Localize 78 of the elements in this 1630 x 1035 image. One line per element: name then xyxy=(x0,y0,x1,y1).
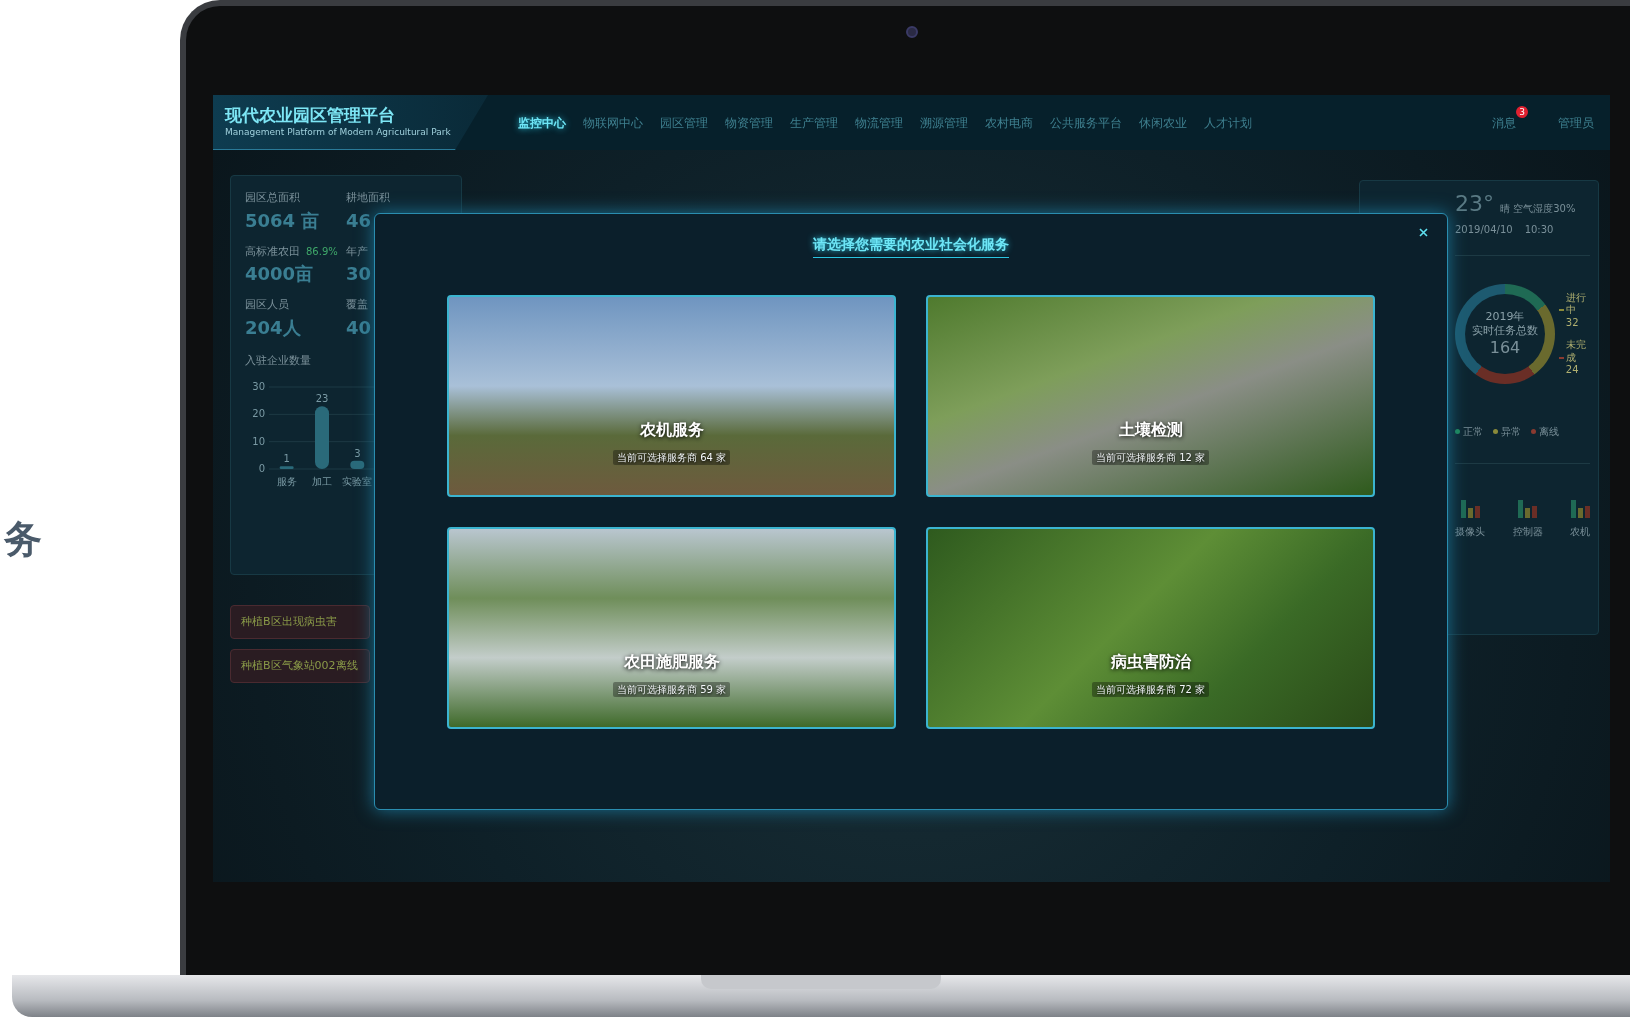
bar xyxy=(279,466,294,469)
date: 2019/04/10 xyxy=(1455,223,1513,237)
nav-tab[interactable]: 物资管理 xyxy=(725,113,773,132)
service-card[interactable]: 农机服务 当前可选择服务商 64 家 xyxy=(447,295,896,497)
service-card[interactable]: 病虫害防治 当前可选择服务商 72 家 xyxy=(926,527,1375,729)
axis-category-label: 实验室 xyxy=(342,476,373,487)
stat-label: 耕地面积 xyxy=(346,190,390,206)
stat-value: 40 xyxy=(346,315,373,340)
stat-label: 高标准农田 xyxy=(245,243,300,260)
bar xyxy=(315,406,329,469)
service-name: 病虫害防治 xyxy=(1110,651,1191,673)
service-card[interactable]: 农田施肥服务 当前可选择服务商 59 家 xyxy=(447,527,896,729)
provider-count: 当前可选择服务商 64 家 xyxy=(612,450,731,465)
stat-label: 园区人员 xyxy=(245,297,289,313)
legend-label: 离线 xyxy=(1539,425,1559,439)
nav-tab[interactable]: 溯源管理 xyxy=(920,113,968,132)
service-name: 农机服务 xyxy=(639,419,704,441)
stat-value: 4000亩 xyxy=(245,262,315,286)
nav-tab[interactable]: 园区管理 xyxy=(660,113,708,132)
side-caption: 务 xyxy=(3,520,43,558)
stat-value: 30 xyxy=(346,262,373,286)
donut-caption: 实时任务总数 xyxy=(1472,324,1538,338)
time: 10:30 xyxy=(1524,223,1554,237)
notification-badge: 3 xyxy=(1516,105,1528,118)
provider-count: 当前可选择服务商 72 家 xyxy=(1091,682,1210,697)
camera-icon xyxy=(905,26,918,38)
nav-tab[interactable]: 物联网中心 xyxy=(583,113,643,132)
axis-tick-label: 10 xyxy=(252,435,265,447)
device-label: 农机 xyxy=(1570,525,1590,539)
provider-count: 当前可选择服务商 59 家 xyxy=(612,682,731,697)
nav-tab[interactable]: 监控中心 xyxy=(518,113,566,132)
provider-count: 当前可选择服务商 12 家 xyxy=(1091,450,1210,465)
donut-year: 2019年 xyxy=(1485,310,1525,324)
nav-tab[interactable]: 休闲农业 xyxy=(1139,113,1187,132)
temperature: 23° xyxy=(1455,193,1494,215)
axis-category-label: 加工 xyxy=(312,476,332,487)
service-name: 农田施肥服务 xyxy=(623,651,720,673)
weather-info: 晴 空气湿度30% xyxy=(1500,202,1576,216)
device-label: 摄像头 xyxy=(1455,525,1485,539)
legend-label: 正常 xyxy=(1463,425,1483,439)
legend-label: 异常 xyxy=(1501,425,1521,439)
alert-item[interactable]: 种植B区气象站002离线 xyxy=(230,649,370,683)
donut-label: 未完成 xyxy=(1565,339,1587,364)
app-subtitle: Management Platform of Modern Agricultural Park xyxy=(225,125,452,139)
device-label: 控制器 xyxy=(1512,525,1543,539)
stat-label: 覆盖 xyxy=(346,297,368,313)
stat-percentage: 86.9% xyxy=(306,244,338,259)
alert-item[interactable]: 种植B区出现病虫害 xyxy=(230,605,370,639)
donut-value: 24 xyxy=(1565,364,1580,377)
stat-label: 园区总面积 xyxy=(245,190,300,206)
nav-tab[interactable]: 物流管理 xyxy=(855,113,903,132)
donut-value: 32 xyxy=(1565,316,1580,329)
axis-tick-label: 0 xyxy=(258,463,265,474)
bar-value-label: 1 xyxy=(283,453,290,465)
stat-label: 年产 xyxy=(346,243,368,260)
axis-category-label: 服务 xyxy=(276,476,297,487)
donut-label: 进行中 xyxy=(1565,291,1587,317)
nav-tab[interactable]: 农村电商 xyxy=(985,113,1033,132)
service-name: 土壤检测 xyxy=(1118,419,1183,441)
stat-value: 46 xyxy=(346,208,373,233)
bar-value-label: 23 xyxy=(315,393,329,405)
close-icon xyxy=(1418,227,1428,237)
donut-total: 164 xyxy=(1489,337,1521,358)
user-menu[interactable]: 管理员 xyxy=(1558,113,1594,132)
nav-tab[interactable]: 公共服务平台 xyxy=(1050,113,1122,132)
nav-tab[interactable]: 生产管理 xyxy=(790,113,838,132)
bar xyxy=(350,460,365,469)
bar-value-label: 3 xyxy=(354,447,361,459)
app-title: 现代农业园区管理平台 xyxy=(225,104,396,126)
service-card[interactable]: 土壤检测 当前可选择服务商 12 家 xyxy=(926,295,1375,497)
messages-button[interactable]: 消息 xyxy=(1492,113,1516,132)
axis-tick-label: 30 xyxy=(252,381,265,392)
axis-tick-label: 20 xyxy=(252,408,265,420)
nav-tab[interactable]: 人才计划 xyxy=(1204,113,1252,132)
stat-value: 204人 xyxy=(245,315,302,340)
dialog-title: 请选择您需要的农业社会化服务 xyxy=(813,234,1009,258)
chart-title: 入驻企业数量 xyxy=(245,352,312,369)
stat-value: 5064 亩 xyxy=(245,208,321,233)
